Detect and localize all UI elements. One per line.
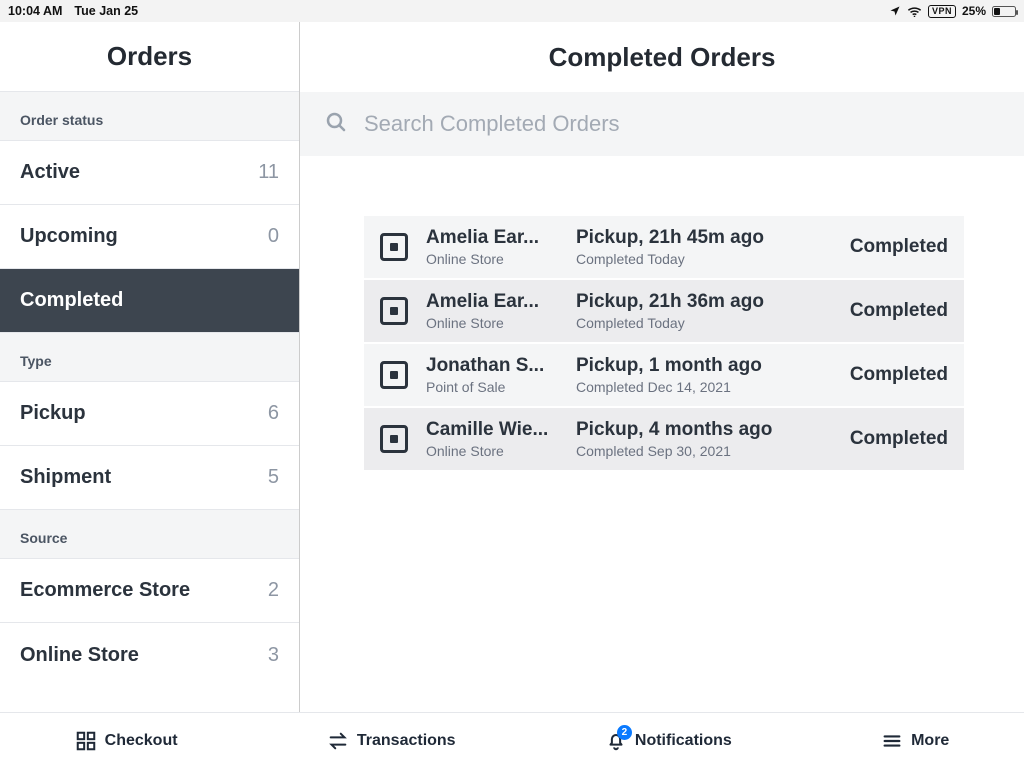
tab-label: Transactions — [357, 732, 456, 750]
order-row[interactable]: Amelia Ear... Online Store Pickup, 21h 3… — [364, 280, 964, 344]
bottom-tab-bar: Checkout Transactions 2 Notifications Mo… — [0, 712, 1024, 768]
square-icon — [380, 233, 408, 261]
tab-label: Notifications — [635, 732, 732, 750]
filter-label: Completed — [20, 289, 123, 312]
filter-count: 11 — [258, 161, 279, 184]
order-completed-date: Completed Today — [576, 251, 850, 267]
order-customer: Amelia Ear... — [426, 227, 566, 249]
page-title: Completed Orders — [300, 22, 1024, 92]
filter-count: 5 — [268, 466, 279, 489]
filter-count: 6 — [268, 402, 279, 425]
search-icon — [324, 110, 348, 139]
order-channel: Online Store — [426, 315, 566, 331]
orders-sidebar: Orders Order status Active 11 Upcoming 0… — [0, 22, 300, 712]
tab-label: Checkout — [105, 732, 178, 750]
order-pickup: Pickup, 21h 36m ago — [576, 291, 850, 313]
grid-icon — [75, 730, 97, 752]
status-time: 10:04 AM — [8, 4, 62, 18]
square-icon — [380, 361, 408, 389]
filter-source-online[interactable]: Online Store 3 — [0, 623, 299, 687]
filter-count: 0 — [268, 225, 279, 248]
menu-icon — [881, 730, 903, 752]
ios-status-bar: 10:04 AM Tue Jan 25 VPN 25% — [0, 0, 1024, 22]
filter-count: 2 — [268, 579, 279, 602]
filter-source-ecommerce[interactable]: Ecommerce Store 2 — [0, 559, 299, 623]
filter-label: Online Store — [20, 644, 139, 667]
filter-label: Active — [20, 161, 80, 184]
swap-icon — [327, 730, 349, 752]
order-row[interactable]: Amelia Ear... Online Store Pickup, 21h 4… — [364, 216, 964, 280]
filter-label: Upcoming — [20, 225, 118, 248]
filter-type-shipment[interactable]: Shipment 5 — [0, 446, 299, 510]
orders-list: Amelia Ear... Online Store Pickup, 21h 4… — [300, 156, 1024, 472]
order-customer: Camille Wie... — [426, 419, 566, 441]
filter-label: Shipment — [20, 466, 111, 489]
location-icon — [889, 5, 901, 17]
square-icon — [380, 297, 408, 325]
section-header-type: Type — [0, 333, 299, 382]
order-pickup: Pickup, 21h 45m ago — [576, 227, 850, 249]
filter-count: 3 — [268, 644, 279, 667]
vpn-indicator: VPN — [928, 5, 956, 18]
search-input[interactable] — [364, 111, 1000, 137]
wifi-icon — [907, 6, 922, 17]
notifications-badge: 2 — [617, 725, 632, 740]
order-channel: Point of Sale — [426, 379, 566, 395]
order-completed-date: Completed Dec 14, 2021 — [576, 379, 850, 395]
tab-transactions[interactable]: Transactions — [327, 730, 456, 752]
search-bar[interactable] — [300, 92, 1024, 156]
order-customer: Amelia Ear... — [426, 291, 566, 313]
filter-type-pickup[interactable]: Pickup 6 — [0, 382, 299, 446]
order-pickup: Pickup, 1 month ago — [576, 355, 850, 377]
sidebar-title: Orders — [0, 22, 299, 92]
filter-status-upcoming[interactable]: Upcoming 0 — [0, 205, 299, 269]
tab-notifications[interactable]: 2 Notifications — [605, 730, 732, 752]
order-status: Completed — [850, 364, 948, 386]
order-channel: Online Store — [426, 443, 566, 459]
order-status: Completed — [850, 300, 948, 322]
main-panel: Completed Orders Amelia Ear... Online St… — [300, 22, 1024, 712]
order-completed-date: Completed Sep 30, 2021 — [576, 443, 850, 459]
section-header-status: Order status — [0, 92, 299, 141]
order-status: Completed — [850, 428, 948, 450]
status-date: Tue Jan 25 — [74, 4, 138, 18]
order-customer: Jonathan S... — [426, 355, 566, 377]
order-status: Completed — [850, 236, 948, 258]
order-row[interactable]: Camille Wie... Online Store Pickup, 4 mo… — [364, 408, 964, 472]
tab-checkout[interactable]: Checkout — [75, 730, 178, 752]
order-channel: Online Store — [426, 251, 566, 267]
tab-more[interactable]: More — [881, 730, 949, 752]
section-header-source: Source — [0, 510, 299, 559]
filter-status-active[interactable]: Active 11 — [0, 141, 299, 205]
square-icon — [380, 425, 408, 453]
filter-label: Pickup — [20, 402, 86, 425]
filter-label: Ecommerce Store — [20, 579, 190, 602]
battery-icon — [992, 6, 1016, 17]
battery-percent: 25% — [962, 4, 986, 18]
order-pickup: Pickup, 4 months ago — [576, 419, 850, 441]
order-completed-date: Completed Today — [576, 315, 850, 331]
filter-status-completed[interactable]: Completed — [0, 269, 299, 333]
order-row[interactable]: Jonathan S... Point of Sale Pickup, 1 mo… — [364, 344, 964, 408]
tab-label: More — [911, 732, 949, 750]
